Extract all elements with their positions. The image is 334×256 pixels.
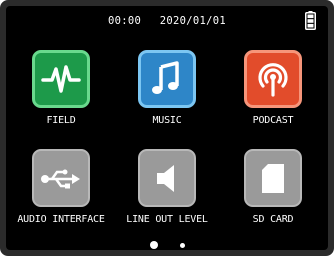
device-frame: 00:00 2020/01/01 FIELD MUSIC PODCAST AUD… [0,0,334,256]
page-indicator[interactable] [6,236,328,250]
podcast-icon [258,63,288,97]
status-time: 00:00 [108,15,142,27]
status-date: 2020/01/01 [159,15,226,27]
app-sd-card[interactable]: SD CARD [223,149,323,225]
waveform-icon [41,65,81,93]
music-tile[interactable] [138,50,196,108]
sd-card-tile[interactable] [244,149,302,207]
battery-full-icon [305,11,316,30]
status-datetime: 00:00 2020/01/01 [6,15,328,27]
app-label: PODCAST [252,115,294,126]
music-note-icon [152,61,179,94]
page-dot[interactable] [179,242,185,248]
app-label: MUSIC [152,115,182,126]
app-label: SD CARD [252,214,294,225]
home-screen: 00:00 2020/01/01 FIELD MUSIC PODCAST AUD… [6,6,328,250]
app-audio-interface[interactable]: AUDIO INTERFACE [11,149,111,225]
app-label: LINE OUT LEVEL [126,214,208,225]
app-music[interactable]: MUSIC [117,50,217,126]
audio-interface-tile[interactable] [32,149,90,207]
speaker-icon [157,165,174,192]
status-bar: 00:00 2020/01/01 [6,6,328,34]
page-dot-active[interactable] [149,241,158,250]
sd-card-icon [262,164,284,193]
app-field[interactable]: FIELD [11,50,111,126]
app-line-out-level[interactable]: LINE OUT LEVEL [117,149,217,225]
line-out-level-tile[interactable] [138,149,196,207]
usb-icon [41,169,80,189]
app-label: AUDIO INTERFACE [17,214,105,225]
field-tile[interactable] [32,50,90,108]
app-label: FIELD [46,115,76,126]
app-podcast[interactable]: PODCAST [223,50,323,126]
podcast-tile[interactable] [244,50,302,108]
